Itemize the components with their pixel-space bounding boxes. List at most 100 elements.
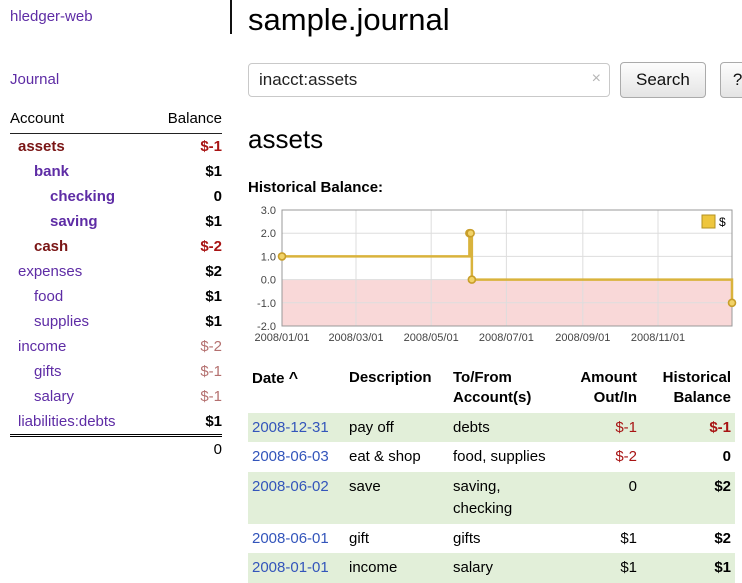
account-name-cell: income xyxy=(10,334,116,359)
account-balance: $1 xyxy=(116,409,222,436)
account-link[interactable]: expenses xyxy=(18,263,82,280)
search-box: × xyxy=(248,63,610,97)
transaction-amount: $1 xyxy=(561,553,641,583)
search-bar: × Search ? xyxy=(248,62,742,98)
account-link[interactable]: cash xyxy=(34,238,68,255)
svg-text:2008/09/01: 2008/09/01 xyxy=(555,332,610,344)
account-name-cell: saving xyxy=(10,209,116,234)
transaction-date-link[interactable]: 2008-12-31 xyxy=(252,419,329,436)
account-balance: $1 xyxy=(116,284,222,309)
account-balance: $-2 xyxy=(116,234,222,259)
account-row: saving $1 xyxy=(10,209,222,234)
accounts-table: Account Balance assets$-1bank$1checking0… xyxy=(10,110,222,462)
transaction-description: eat & shop xyxy=(345,442,449,472)
sidebar-item-journal[interactable]: Journal xyxy=(10,71,59,88)
accounts-header-row: Account Balance xyxy=(10,110,222,134)
account-row: liabilities:debts$1 xyxy=(10,409,222,436)
svg-text:-1.0: -1.0 xyxy=(257,298,276,310)
register-header-balance: Historical Balance xyxy=(641,364,735,413)
transaction-date-link[interactable]: 2008-06-03 xyxy=(252,448,329,465)
account-name-cell: assets xyxy=(10,134,116,160)
account-balance: $-1 xyxy=(116,134,222,160)
page-title: sample.journal xyxy=(248,2,742,38)
account-row: checking0 xyxy=(10,184,222,209)
transaction-row: 2008-06-03eat & shopfood, supplies$-20 xyxy=(248,442,735,472)
account-balance: 0 xyxy=(116,184,222,209)
register-header-date-label[interactable]: Date xyxy=(252,370,285,387)
account-balance: $-1 xyxy=(116,359,222,384)
account-row: gifts $-1 xyxy=(10,359,222,384)
transaction-date-link[interactable]: 2008-06-01 xyxy=(252,530,329,547)
account-link[interactable]: salary xyxy=(34,388,74,405)
svg-text:0.0: 0.0 xyxy=(261,275,276,287)
account-balance: $1 xyxy=(116,209,222,234)
account-row: cash $-2 xyxy=(10,234,222,259)
account-name-cell: gifts xyxy=(10,359,116,384)
main-content: sample.journal × Search ? assets Histori… xyxy=(232,0,742,583)
account-link[interactable]: bank xyxy=(34,163,69,180)
account-balance: $-2 xyxy=(116,334,222,359)
account-name-cell: bank xyxy=(10,159,116,184)
clear-search-icon[interactable]: × xyxy=(592,70,601,88)
svg-text:2008/11/01: 2008/11/01 xyxy=(631,332,685,344)
account-balance: $1 xyxy=(116,159,222,184)
transaction-balance: $-1 xyxy=(641,413,735,443)
transaction-balance: $2 xyxy=(641,472,735,524)
register-header-amount: Amount Out/In xyxy=(561,364,641,413)
sidebar-nav: Journal xyxy=(10,71,232,88)
account-link[interactable]: saving xyxy=(50,213,98,230)
account-link[interactable]: food xyxy=(34,288,63,305)
help-button[interactable]: ? xyxy=(720,62,742,98)
account-link[interactable]: supplies xyxy=(34,313,89,330)
transaction-row: 2008-01-01incomesalary$1$1 xyxy=(248,553,735,583)
chart-svg: 3.02.01.00.0-1.0-2.02008/01/012008/03/01… xyxy=(248,202,738,350)
register-header-date[interactable]: Date ^ xyxy=(248,364,345,413)
svg-text:3.0: 3.0 xyxy=(261,205,276,217)
account-link[interactable]: income xyxy=(18,338,66,355)
svg-text:1.0: 1.0 xyxy=(261,251,276,263)
transaction-accounts: food, supplies xyxy=(449,442,561,472)
app: hledger-web Journal Account Balance asse… xyxy=(0,0,742,583)
account-row: salary$-1 xyxy=(10,384,222,409)
register-header-row: Date ^ Description To/From Account(s) Am… xyxy=(248,364,735,413)
account-heading: assets xyxy=(248,124,742,155)
account-link[interactable]: liabilities:debts xyxy=(18,413,116,430)
app-title-link[interactable]: hledger-web xyxy=(10,8,93,25)
transaction-date-link[interactable]: 2008-06-02 xyxy=(252,478,329,495)
transaction-row: 2008-06-01giftgifts$1$2 xyxy=(248,524,735,554)
account-balance: $1 xyxy=(116,309,222,334)
account-link[interactable]: gifts xyxy=(34,363,62,380)
search-input[interactable] xyxy=(248,63,610,97)
account-link[interactable]: checking xyxy=(50,188,115,205)
historical-balance-chart: 3.02.01.00.0-1.0-2.02008/01/012008/03/01… xyxy=(248,202,742,350)
transaction-date-cell: 2008-12-31 xyxy=(248,413,345,443)
transaction-amount: $-1 xyxy=(561,413,641,443)
account-link[interactable]: assets xyxy=(18,138,65,155)
transaction-accounts: debts xyxy=(449,413,561,443)
account-row: income $-2 xyxy=(10,334,222,359)
transaction-date-cell: 2008-06-01 xyxy=(248,524,345,554)
account-name-cell: supplies xyxy=(10,309,116,334)
sidebar-divider xyxy=(230,0,232,34)
account-name-cell: salary xyxy=(10,384,116,409)
transaction-balance: $1 xyxy=(641,553,735,583)
legend-label: $ xyxy=(719,215,726,229)
register-header-description: Description xyxy=(345,364,449,413)
accounts-total: 0 xyxy=(10,436,222,463)
transaction-row: 2008-06-02savesaving, checking0$2 xyxy=(248,472,735,524)
accounts-header-balance: Balance xyxy=(116,110,222,134)
transaction-description: gift xyxy=(345,524,449,554)
transaction-balance: 0 xyxy=(641,442,735,472)
chart-title: Historical Balance: xyxy=(248,179,742,196)
account-row: expenses$2 xyxy=(10,259,222,284)
search-button[interactable]: Search xyxy=(620,62,706,98)
data-point-marker xyxy=(729,299,736,306)
transaction-description: save xyxy=(345,472,449,524)
account-row: assets $-1 xyxy=(10,134,222,160)
transaction-description: pay off xyxy=(345,413,449,443)
transaction-date-cell: 2008-01-01 xyxy=(248,553,345,583)
account-name-cell: expenses xyxy=(10,259,116,284)
transaction-date-link[interactable]: 2008-01-01 xyxy=(252,559,329,576)
transaction-description: income xyxy=(345,553,449,583)
svg-text:2008/01/01: 2008/01/01 xyxy=(254,332,309,344)
